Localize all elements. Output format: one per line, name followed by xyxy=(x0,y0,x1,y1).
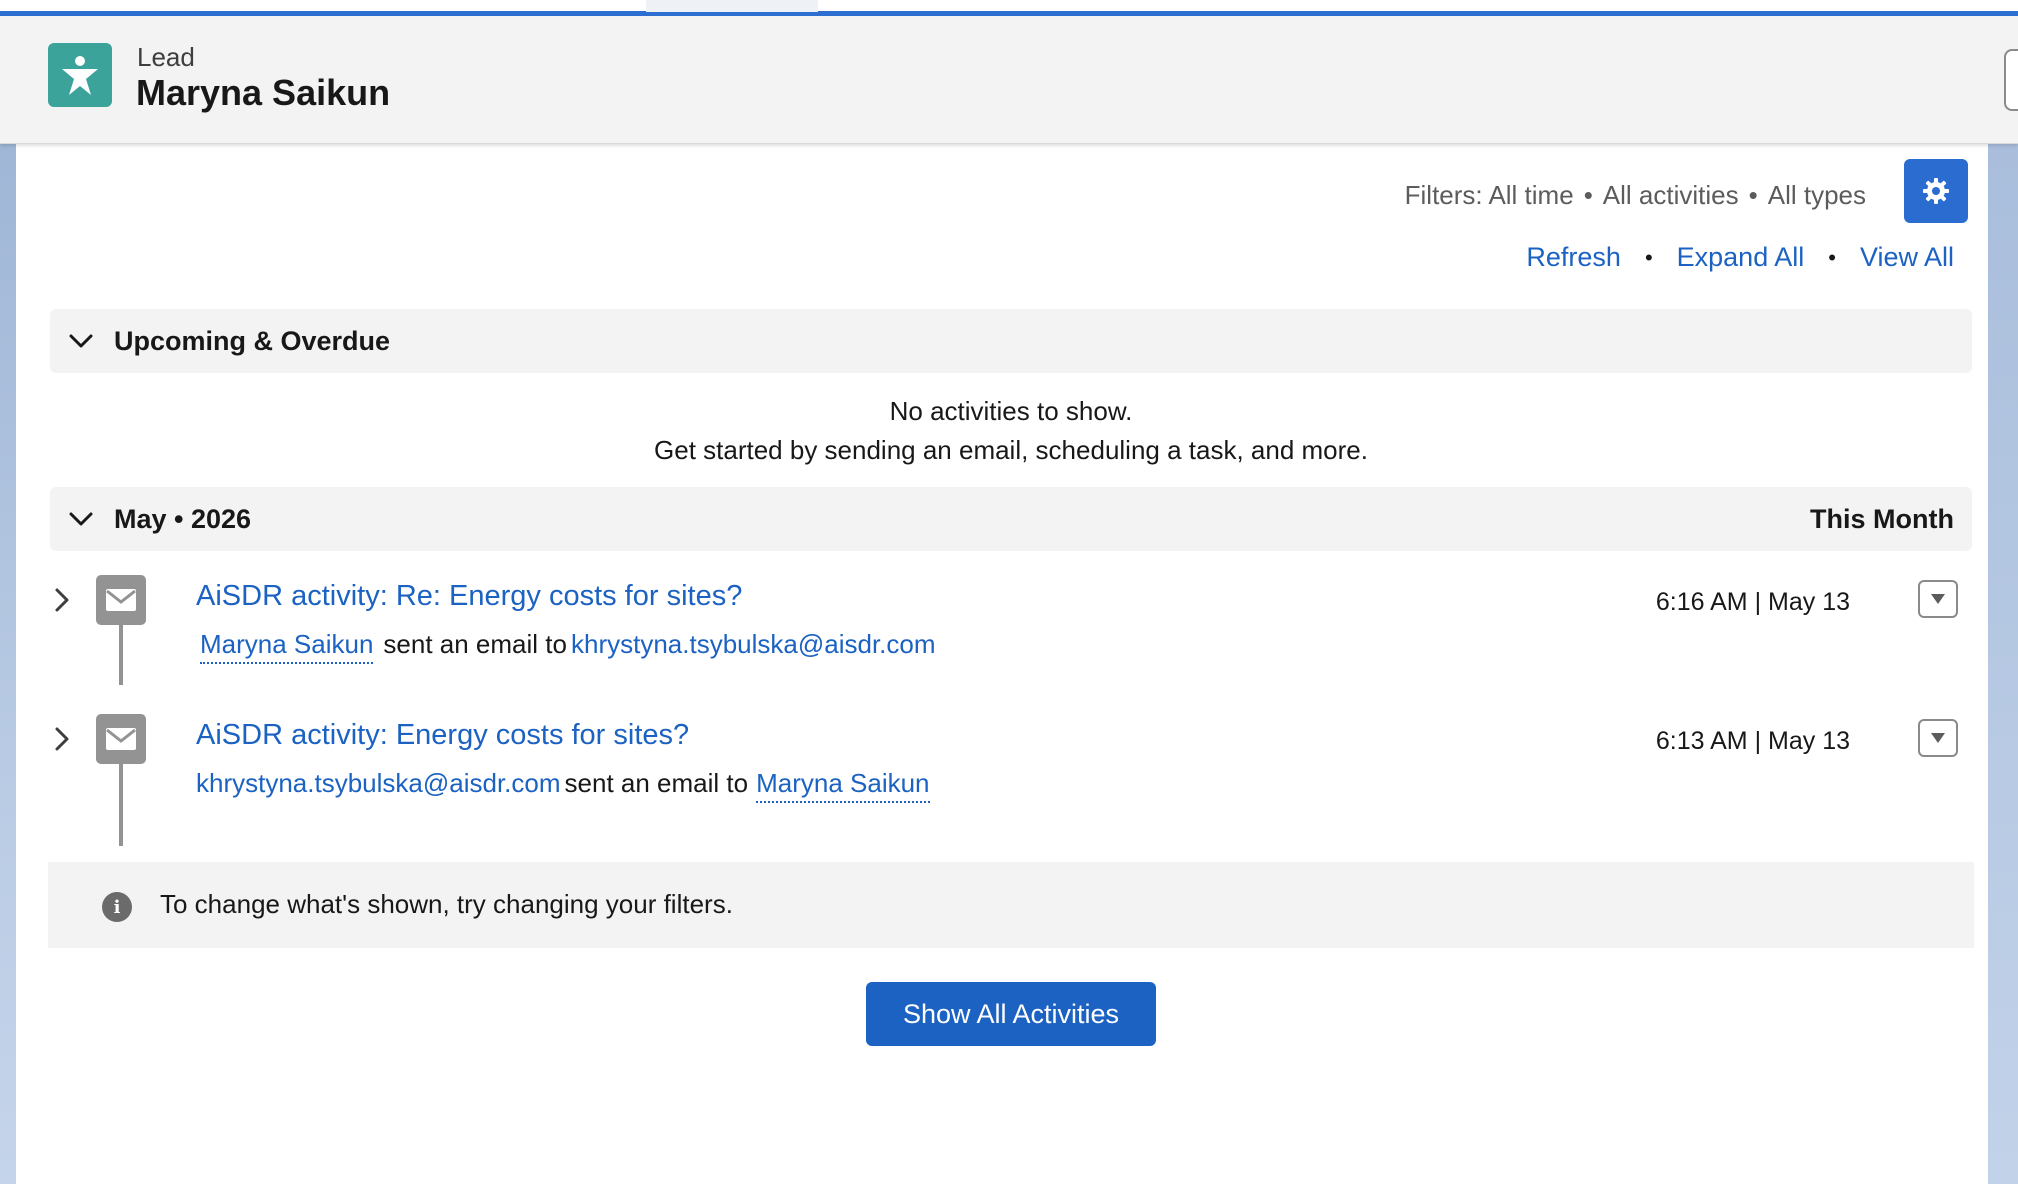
activity-description: khrystyna.tsybulska@aisdr.com sent an ema… xyxy=(196,768,936,803)
timeline-line xyxy=(119,764,123,846)
object-type-label: Lead xyxy=(137,42,195,72)
actions-separator: • xyxy=(1828,244,1836,270)
filter-separator: • xyxy=(1583,180,1593,210)
caret-down-icon xyxy=(1931,594,1945,604)
filter-separator: • xyxy=(1748,180,1758,210)
activity-title-link[interactable]: AiSDR activity: Re: Energy costs for sit… xyxy=(196,580,742,613)
activity-title-link[interactable]: AiSDR activity: Energy costs for sites? xyxy=(196,719,689,752)
filter-time: All time xyxy=(1488,180,1574,210)
caret-down-icon xyxy=(1931,733,1945,743)
activity-timestamp: 6:13 AM | May 13 xyxy=(1655,727,1850,755)
activity-card: Filters: All time • All activities • All typ… xyxy=(16,144,1988,1184)
gear-icon xyxy=(1923,178,1949,204)
activity-timestamp: 6:16 AM | May 13 xyxy=(1655,588,1850,616)
filters-prefix: Filters: xyxy=(1404,180,1483,210)
sender-link[interactable]: Maryna Saikun xyxy=(200,629,374,664)
email-icon xyxy=(96,575,146,625)
info-text: To change what's shown, try changing you… xyxy=(160,889,733,919)
refresh-link[interactable]: Refresh xyxy=(1526,242,1621,273)
section-period: This Month xyxy=(1810,503,1954,534)
chevron-down-icon xyxy=(69,334,93,348)
actions-separator: • xyxy=(1644,244,1653,270)
background-left xyxy=(0,140,16,1184)
section-title: May • 2026 xyxy=(114,503,252,534)
month-section-header[interactable]: May • 2026 This Month xyxy=(50,487,1972,551)
recipient-link[interactable]: khrystyna.tsybulska@aisdr.com xyxy=(571,629,936,659)
expand-all-link[interactable]: Expand All xyxy=(1677,242,1805,273)
section-title: Upcoming & Overdue xyxy=(114,325,391,356)
activity-verb: sent an email to xyxy=(383,629,567,659)
timeline-line xyxy=(119,625,123,685)
activity-timeline-screen: Lead Maryna Saikun Filters: All time • All… xyxy=(0,0,2018,1184)
filters-info-bar: i To change what's shown, try changing y… xyxy=(48,862,1974,948)
header-action-button[interactable] xyxy=(2004,49,2018,111)
filter-types: All types xyxy=(1767,180,1866,210)
sender-link[interactable]: khrystyna.tsybulska@aisdr.com xyxy=(196,768,561,798)
lead-person-icon xyxy=(48,43,112,107)
active-tab-indicator[interactable] xyxy=(646,0,818,12)
background-right xyxy=(1988,140,2018,1184)
activity-description: Maryna Saikun sent an email to khrystyna.t… xyxy=(196,629,936,664)
chevron-right-icon[interactable] xyxy=(52,586,72,614)
chevron-down-icon xyxy=(69,512,93,526)
recipient-link[interactable]: Maryna Saikun xyxy=(756,768,930,803)
upcoming-empty-line-1: No activities to show. xyxy=(889,396,1133,426)
filter-activities: All activities xyxy=(1602,180,1739,210)
filters-summary[interactable]: Filters: All time • All activities • All typ… xyxy=(1405,180,1866,211)
email-icon xyxy=(96,714,146,764)
record-header: Lead Maryna Saikun xyxy=(0,16,2018,144)
upcoming-empty-line-2: Get started by sending an email, schedul… xyxy=(654,435,1368,465)
activity-menu-button[interactable] xyxy=(1918,580,1958,618)
chevron-right-icon[interactable] xyxy=(52,725,72,753)
top-strip xyxy=(0,0,2018,16)
record-name: Maryna Saikun xyxy=(136,72,391,113)
timeline-actions: Refresh • Expand All • View All xyxy=(1526,242,1954,273)
upcoming-overdue-section-header[interactable]: Upcoming & Overdue xyxy=(50,309,1972,373)
activity-menu-button[interactable] xyxy=(1918,719,1958,757)
info-icon: i xyxy=(102,892,132,922)
filter-settings-button[interactable] xyxy=(1904,159,1968,223)
view-all-link[interactable]: View All xyxy=(1860,242,1954,273)
show-all-activities-button[interactable]: Show All Activities xyxy=(866,982,1156,1046)
activity-verb: sent an email to xyxy=(564,768,749,798)
